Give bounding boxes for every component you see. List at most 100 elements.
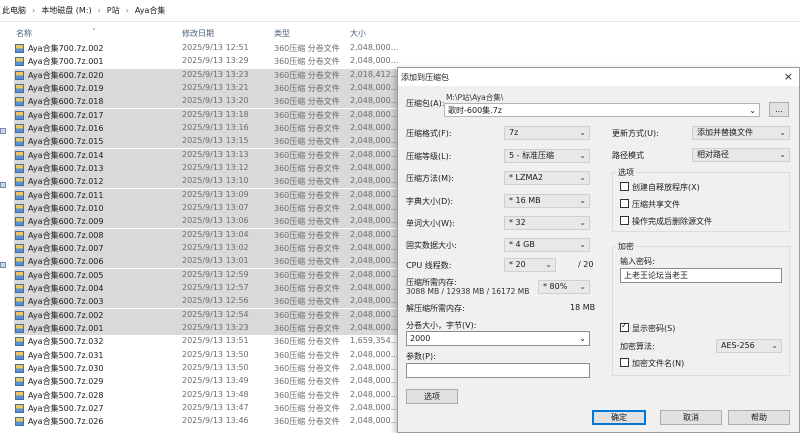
breadcrumb-item[interactable]: 本地磁盘 (M:) bbox=[41, 5, 91, 16]
file-type: 360压缩 分卷文件 bbox=[274, 203, 340, 213]
file-row[interactable]: Aya合集600.7z.017 2025/9/13 13:18 360压缩 分卷文件… bbox=[14, 108, 400, 122]
file-row[interactable]: Aya合集600.7z.004 2025/9/13 12:57 360压缩 分卷文件… bbox=[14, 281, 400, 295]
file-name: Aya合集600.7z.020 bbox=[28, 70, 104, 80]
archive-file-icon bbox=[15, 270, 24, 280]
word-select[interactable]: * 32 ⌄ bbox=[504, 216, 590, 230]
browse-button[interactable]: ... bbox=[769, 102, 789, 117]
solid-value: * 4 GB bbox=[509, 240, 535, 249]
shared-files-label: 压缩共享文件 bbox=[632, 200, 680, 209]
file-row[interactable]: Aya合集600.7z.002 2025/9/13 12:54 360压缩 分卷文件… bbox=[14, 308, 400, 322]
delete-after-checkbox[interactable] bbox=[620, 216, 629, 225]
breadcrumb-item[interactable]: 此电脑 bbox=[2, 5, 26, 16]
file-row[interactable]: Aya合集500.7z.028 2025/9/13 13:48 360压缩 分卷文件… bbox=[14, 389, 400, 402]
file-type: 360压缩 分卷文件 bbox=[274, 377, 340, 387]
archive-file-icon bbox=[15, 283, 24, 293]
ok-button[interactable]: 确定 bbox=[592, 410, 646, 425]
file-row[interactable]: Aya合集600.7z.003 2025/9/13 12:56 360压缩 分卷文件… bbox=[14, 295, 400, 309]
cpu-select[interactable]: * 20 ⌄ bbox=[504, 258, 556, 272]
cancel-button[interactable]: 取消 bbox=[660, 410, 722, 425]
file-row[interactable]: Aya合集700.7z.002 2025/9/13 12:51 360压缩 分卷文件… bbox=[14, 42, 400, 55]
file-row[interactable]: Aya合集600.7z.010 2025/9/13 13:07 360压缩 分卷文件… bbox=[14, 201, 400, 215]
file-row[interactable]: Aya合集600.7z.008 2025/9/13 13:04 360压缩 分卷文件… bbox=[14, 228, 400, 242]
file-row[interactable]: Aya合集600.7z.016 2025/9/13 13:16 360压缩 分卷文件… bbox=[14, 121, 400, 135]
file-name: Aya合集600.7z.005 bbox=[28, 270, 104, 280]
chevron-down-icon: ⌄ bbox=[779, 150, 786, 159]
enc-method-select[interactable]: AES-256 ⌄ bbox=[716, 339, 782, 353]
file-row[interactable]: Aya合集600.7z.012 2025/9/13 13:10 360压缩 分卷文件… bbox=[14, 175, 400, 189]
file-type: 360压缩 分卷文件 bbox=[274, 150, 340, 160]
file-row[interactable]: Aya合集500.7z.032 2025/9/13 13:51 360压缩 分卷文件… bbox=[14, 335, 400, 348]
show-password-label: 显示密码(S) bbox=[632, 324, 676, 333]
file-row[interactable]: Aya合集600.7z.020 2025/9/13 13:23 360压缩 分卷文件… bbox=[14, 68, 400, 82]
sfx-checkbox[interactable] bbox=[620, 182, 629, 191]
help-button[interactable]: 帮助 bbox=[728, 410, 790, 425]
split-size-combo[interactable]: 2000 ⌄ bbox=[406, 331, 590, 346]
password-input[interactable]: 上老王论坛当老王 bbox=[620, 268, 782, 283]
file-row[interactable]: Aya合集600.7z.013 2025/9/13 13:12 360压缩 分卷文件… bbox=[14, 161, 400, 175]
params-label: 参数(P): bbox=[406, 352, 436, 361]
file-size: 2,018,412... bbox=[350, 69, 399, 79]
mem-comp-value: 3088 MB / 12938 MB / 16172 MB bbox=[406, 287, 530, 296]
file-size: 1,659,354... bbox=[350, 336, 399, 346]
options-button[interactable]: 选项 bbox=[406, 389, 458, 404]
show-password-checkbox[interactable] bbox=[620, 321, 629, 332]
file-name: Aya合集600.7z.007 bbox=[28, 243, 104, 253]
mem-percent-select[interactable]: * 80% ⌄ bbox=[538, 280, 590, 294]
file-row[interactable]: Aya合集500.7z.029 2025/9/13 13:49 360压缩 分卷文件… bbox=[14, 375, 400, 388]
encryption-group-title: 加密 bbox=[616, 241, 636, 252]
file-size: 2,048,000... bbox=[350, 362, 399, 372]
column-size[interactable]: 大小 bbox=[350, 28, 366, 39]
file-size: 2,048,000... bbox=[350, 96, 399, 106]
file-size: 2,048,000... bbox=[350, 122, 399, 132]
column-type[interactable]: 类型 bbox=[274, 28, 290, 39]
file-row[interactable]: Aya合集600.7z.019 2025/9/13 13:21 360压缩 分卷文件… bbox=[14, 81, 400, 95]
column-date[interactable]: 修改日期 bbox=[182, 28, 214, 39]
encrypt-names-checkbox[interactable] bbox=[620, 358, 629, 367]
file-name: Aya合集500.7z.031 bbox=[28, 350, 104, 360]
file-row[interactable]: Aya合集600.7z.009 2025/9/13 13:06 360压缩 分卷文件… bbox=[14, 215, 400, 229]
archive-file-icon bbox=[15, 163, 24, 173]
file-name: Aya合集600.7z.010 bbox=[28, 203, 104, 213]
file-type: 360压缩 分卷文件 bbox=[274, 177, 340, 187]
file-row[interactable]: Aya合集600.7z.018 2025/9/13 13:20 360压缩 分卷文件… bbox=[14, 95, 400, 109]
file-date: 2025/9/13 13:02 bbox=[182, 242, 249, 252]
file-row[interactable]: Aya合集600.7z.014 2025/9/13 13:13 360压缩 分卷文件… bbox=[14, 148, 400, 162]
file-row[interactable]: Aya合集600.7z.006 2025/9/13 13:01 360压缩 分卷文件… bbox=[14, 255, 400, 269]
file-row[interactable]: Aya合集600.7z.001 2025/9/13 13:23 360压缩 分卷文件… bbox=[14, 321, 400, 335]
file-row[interactable]: Aya合集500.7z.027 2025/9/13 13:47 360压缩 分卷文件… bbox=[14, 402, 400, 415]
update-select[interactable]: 添加并替换文件 ⌄ bbox=[692, 126, 790, 140]
breadcrumb: 此电脑 › 本地磁盘 (M:) › P站 › Aya合集 bbox=[0, 0, 800, 22]
path-mode-select[interactable]: 相对路径 ⌄ bbox=[692, 148, 790, 162]
breadcrumb-item[interactable]: Aya合集 bbox=[135, 5, 166, 16]
params-input[interactable] bbox=[406, 363, 590, 378]
chevron-down-icon: ⌄ bbox=[779, 128, 786, 137]
file-row[interactable]: Aya合集500.7z.031 2025/9/13 13:50 360压缩 分卷文件… bbox=[14, 349, 400, 362]
file-row[interactable]: Aya合集700.7z.001 2025/9/13 13:29 360压缩 分卷文件… bbox=[14, 55, 400, 68]
column-name[interactable]: 名称 bbox=[16, 28, 32, 39]
solid-select[interactable]: * 4 GB ⌄ bbox=[504, 238, 590, 252]
file-date: 2025/9/13 13:46 bbox=[182, 416, 249, 426]
file-row[interactable]: Aya合集500.7z.030 2025/9/13 13:50 360压缩 分卷文件… bbox=[14, 362, 400, 375]
shared-files-checkbox[interactable] bbox=[620, 199, 629, 208]
file-row[interactable]: Aya合集600.7z.007 2025/9/13 13:02 360压缩 分卷文件… bbox=[14, 241, 400, 255]
method-label: 压缩方法(M): bbox=[406, 174, 454, 183]
file-row[interactable]: Aya合集600.7z.005 2025/9/13 12:59 360压缩 分卷文件… bbox=[14, 268, 400, 282]
chevron-down-icon: ⌄ bbox=[749, 106, 756, 115]
breadcrumb-item[interactable]: P站 bbox=[107, 5, 120, 16]
file-size: 2,048,000... bbox=[350, 162, 399, 172]
file-row[interactable]: Aya合集600.7z.011 2025/9/13 13:09 360压缩 分卷文件… bbox=[14, 188, 400, 202]
dict-select[interactable]: * 16 MB ⌄ bbox=[504, 194, 590, 208]
archive-file-icon bbox=[15, 363, 24, 373]
archive-name-combo[interactable]: 歌时-600集.7z ⌄ bbox=[444, 103, 760, 117]
file-type: 360压缩 分卷文件 bbox=[274, 337, 340, 347]
file-date: 2025/9/13 13:09 bbox=[182, 189, 249, 199]
file-row[interactable]: Aya合集600.7z.015 2025/9/13 13:15 360压缩 分卷文件… bbox=[14, 135, 400, 149]
file-row[interactable]: Aya合集500.7z.026 2025/9/13 13:46 360压缩 分卷文件… bbox=[14, 415, 400, 428]
format-select[interactable]: 7z ⌄ bbox=[504, 126, 590, 140]
level-select[interactable]: 5 - 标准压缩 ⌄ bbox=[504, 149, 590, 163]
file-date: 2025/9/13 13:01 bbox=[182, 256, 249, 266]
file-size: 2,048,000... bbox=[350, 309, 399, 319]
close-icon[interactable]: × bbox=[784, 70, 793, 83]
method-select[interactable]: * LZMA2 ⌄ bbox=[504, 171, 590, 185]
file-date: 2025/9/13 12:57 bbox=[182, 282, 249, 292]
